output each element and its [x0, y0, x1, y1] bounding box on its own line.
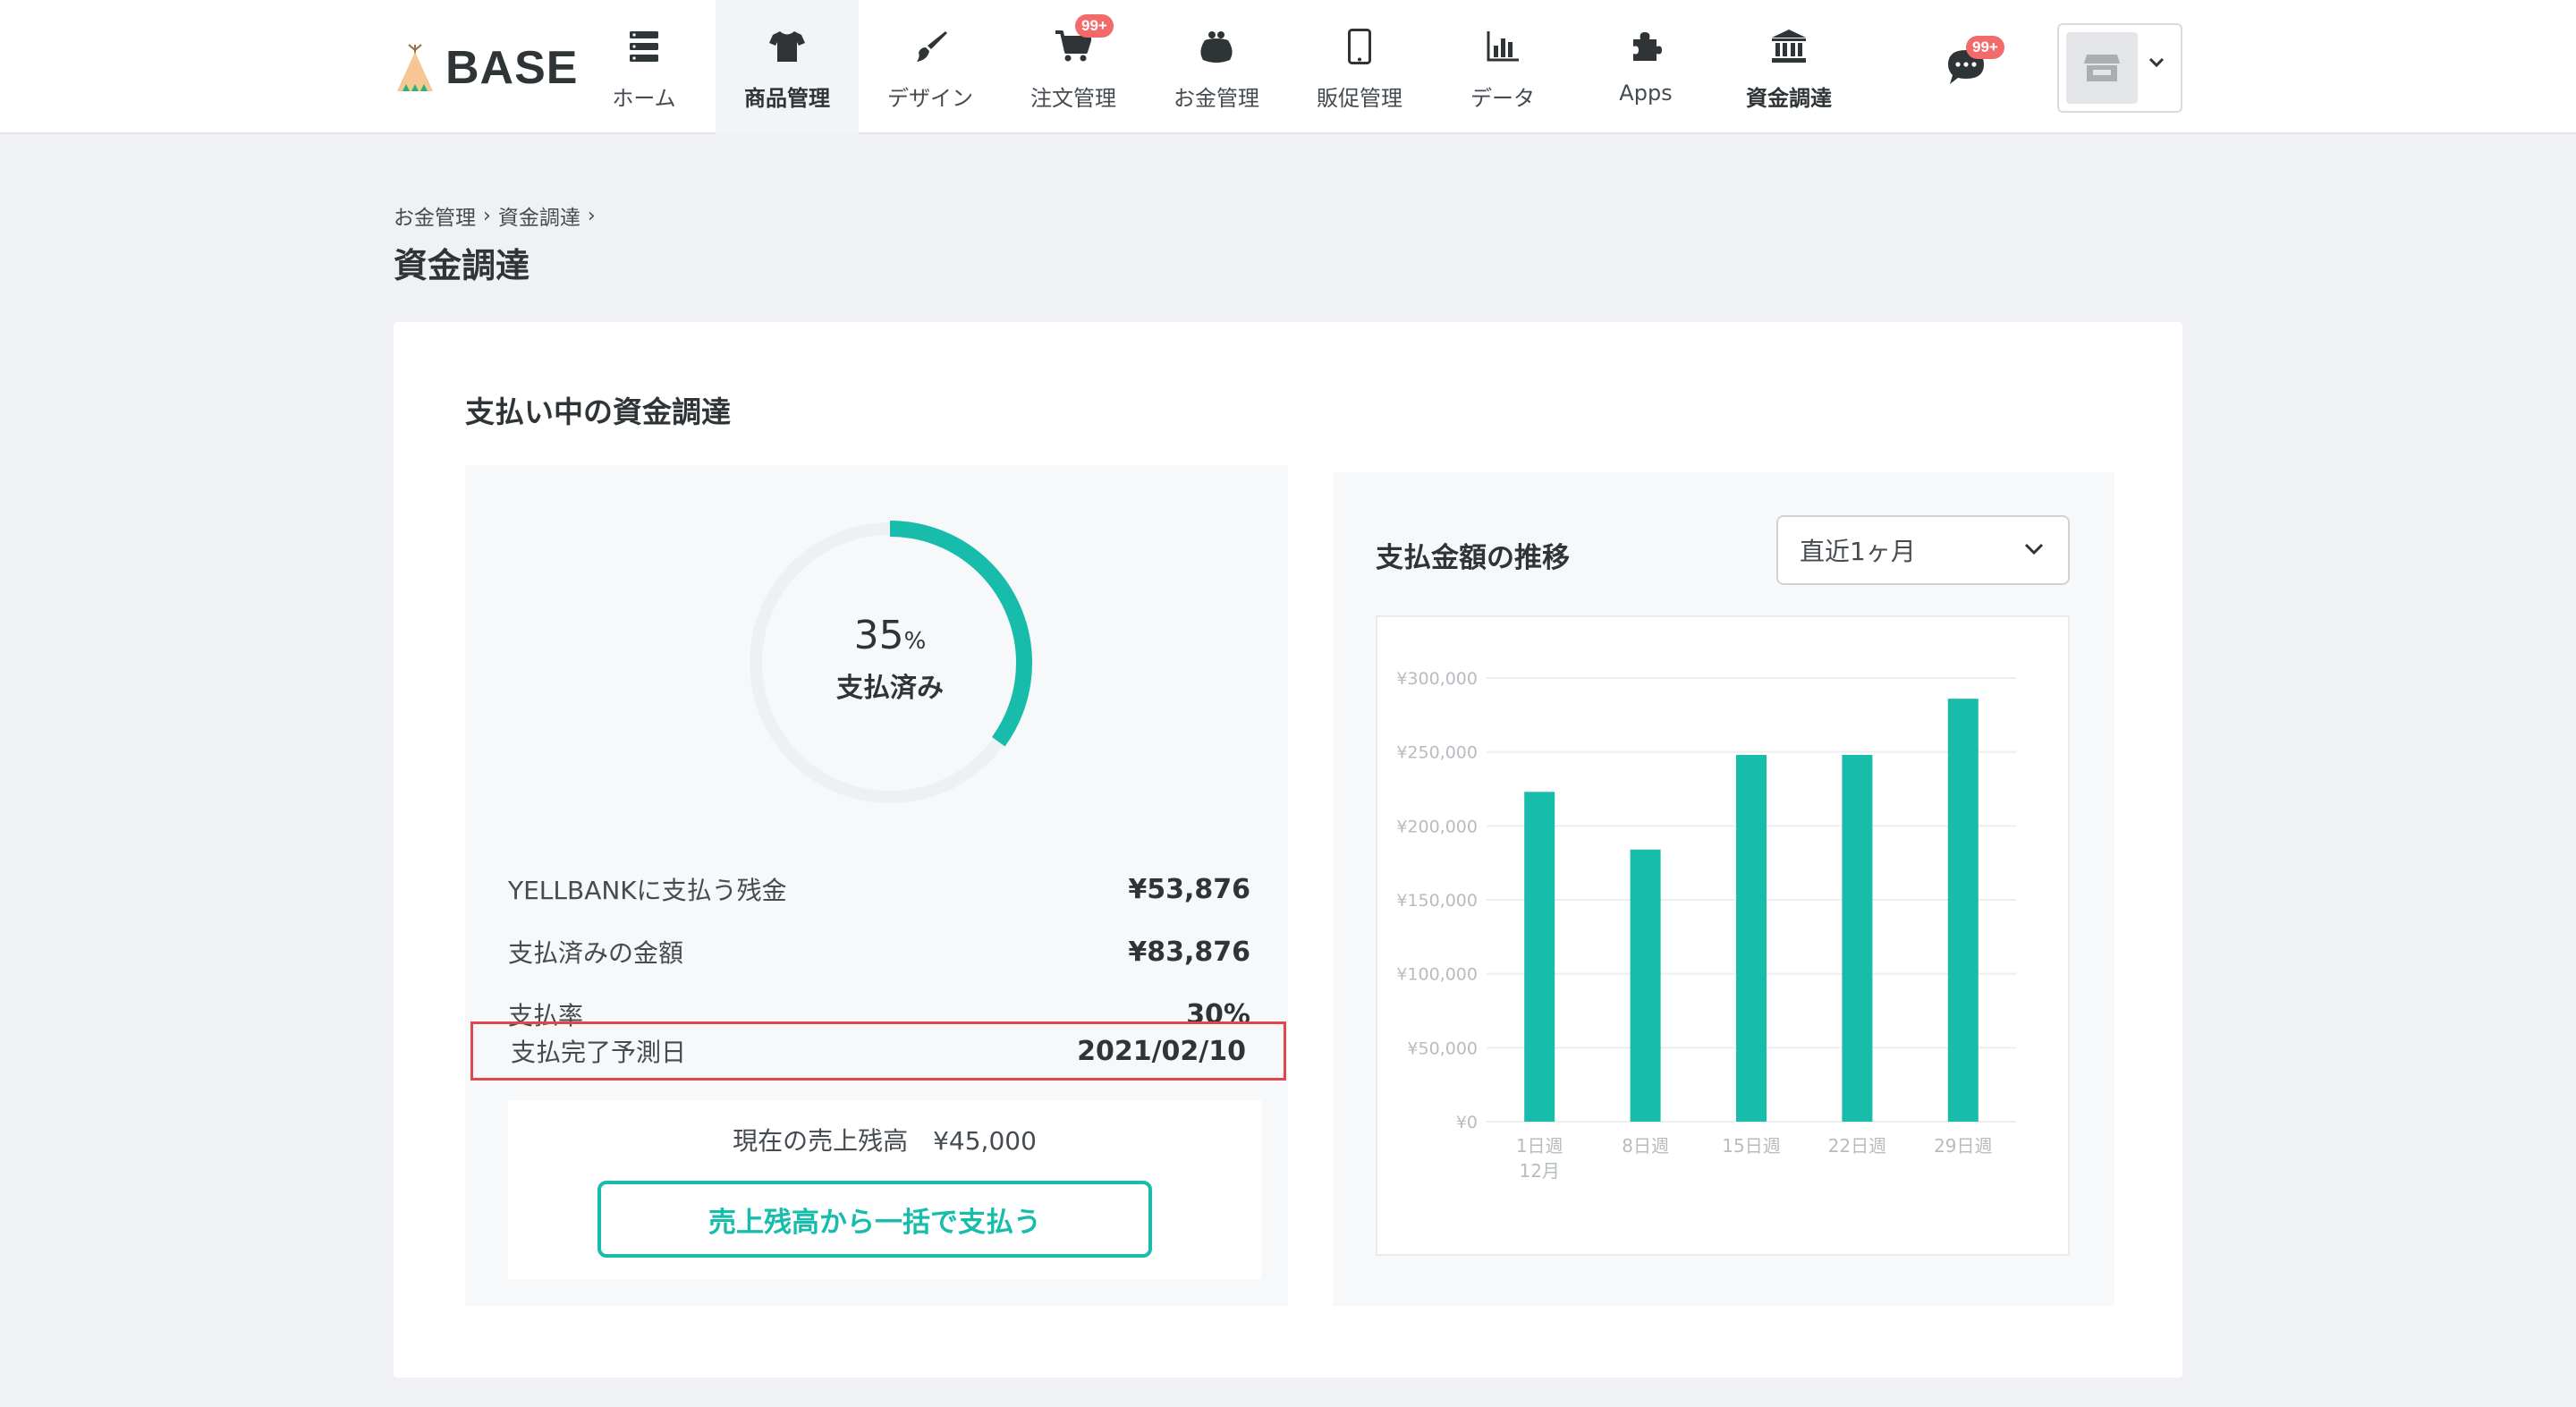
- messages-button[interactable]: 99+: [1946, 36, 2004, 88]
- puzzle-icon: [1626, 27, 1665, 66]
- messages-count-badge: 99+: [1966, 36, 2004, 59]
- store-icon: [2084, 55, 2120, 81]
- x-tick-label: 22日週: [1828, 1135, 1886, 1157]
- pay-from-balance-button[interactable]: 売上残高から一括で支払う: [597, 1181, 1152, 1258]
- chevron-down-icon: [2024, 543, 2044, 555]
- y-tick-label: ¥250,000: [1396, 743, 1478, 763]
- chart-title: 支払金額の推移: [1376, 542, 1570, 574]
- nav-funding-label: 資金調達: [1746, 86, 1832, 111]
- nav-orders[interactable]: 99+ 注文管理: [1002, 0, 1145, 134]
- list-icon: [624, 27, 664, 66]
- nav-design-label: デザイン: [887, 86, 973, 111]
- nav-orders-label: 注文管理: [1030, 86, 1116, 111]
- progress-ring-label: 35% 支払済み: [742, 515, 1038, 810]
- bar-chart: ¥0 ¥50,000 ¥100,000 ¥150,000 ¥200,000 ¥250,00…: [1376, 615, 2070, 1256]
- summary-label: YELLBANKに支払う残金: [508, 876, 787, 905]
- nav-promotion-label: 販促管理: [1317, 86, 1402, 111]
- breadcrumb-money[interactable]: お金管理: [394, 200, 476, 231]
- nav-funding[interactable]: 資金調達: [1717, 0, 1860, 134]
- nav-money-label: お金管理: [1174, 86, 1259, 111]
- sales-balance-box: 現在の売上残高 ¥45,000 売上残高から一括で支払う: [508, 1100, 1261, 1279]
- page-title: 資金調達: [394, 246, 530, 285]
- breadcrumb-separator-icon: ›: [587, 204, 596, 227]
- nav-home-label: ホーム: [612, 86, 676, 111]
- base-logo[interactable]: BASE: [394, 39, 578, 97]
- bar: [1630, 849, 1661, 1122]
- summary-value: ¥83,876: [1128, 936, 1250, 968]
- x-tick-label: 29日週: [1934, 1135, 1992, 1157]
- progress-caption: 支払済み: [836, 672, 944, 704]
- breadcrumb: お金管理 › 資金調達 ›: [394, 200, 603, 231]
- bar: [1524, 792, 1555, 1122]
- x-tick-label: 15日週: [1722, 1135, 1780, 1157]
- funding-card: 支払い中の資金調達 35% 支払済み YELLBANKに支払う残金 ¥53,87…: [394, 322, 2182, 1377]
- cart-icon: 99+: [1054, 14, 1114, 66]
- nav-apps[interactable]: Apps: [1574, 0, 1717, 134]
- x-tick-sublabel: 12月: [1519, 1160, 1559, 1182]
- top-nav-bar: BASE ホーム 商品管理 デザイン 99+ 注文管理 お金管理 販促管理 デー…: [0, 0, 2576, 134]
- progress-percent: 35%: [854, 613, 927, 658]
- repayment-summary-panel: 35% 支払済み YELLBANKに支払う残金 ¥53,876 支払済みの金額 …: [465, 465, 1288, 1306]
- progress-percent-value: 35: [853, 612, 904, 658]
- shop-switcher[interactable]: [2057, 23, 2182, 113]
- summary-label: 支払完了予測日: [511, 1038, 687, 1067]
- nav-money[interactable]: お金管理: [1145, 0, 1288, 134]
- y-tick-label: ¥150,000: [1396, 891, 1478, 911]
- section-title: 支払い中の資金調達: [465, 394, 731, 429]
- y-tick-label: ¥0: [1456, 1113, 1478, 1132]
- tshirt-icon: [767, 27, 807, 66]
- breadcrumb-funding[interactable]: 資金調達: [498, 200, 580, 231]
- bar-chart-svg: ¥0 ¥50,000 ¥100,000 ¥150,000 ¥200,000 ¥250,00…: [1396, 669, 2016, 1182]
- nav-apps-label: Apps: [1619, 81, 1673, 106]
- teepee-logo-icon: [397, 44, 433, 91]
- nav-products[interactable]: 商品管理: [716, 0, 859, 134]
- logo-text: BASE: [445, 42, 579, 94]
- summary-row-paid: 支払済みの金額 ¥83,876: [508, 925, 1250, 979]
- summary-value: 2021/02/10: [1077, 1035, 1246, 1067]
- payment-trend-panel: 支払金額の推移 直近1ヶ月 ¥0 ¥50,000 ¥100,000 ¥150,000 ¥…: [1333, 472, 2114, 1306]
- sales-balance-text: 現在の売上残高 ¥45,000: [733, 1126, 1037, 1156]
- nav-products-label: 商品管理: [744, 86, 830, 111]
- y-tick-label: ¥50,000: [1407, 1038, 1478, 1058]
- chevron-down-icon: [2148, 57, 2165, 68]
- y-tick-label: ¥200,000: [1396, 817, 1478, 836]
- y-tick-label: ¥300,000: [1396, 669, 1478, 689]
- nav-data-label: データ: [1470, 86, 1535, 111]
- bank-icon: [1769, 27, 1809, 66]
- x-tick-label: 1日週: [1516, 1135, 1563, 1157]
- orders-count-badge: 99+: [1075, 14, 1114, 38]
- period-select-value: 直近1ヶ月: [1800, 537, 1916, 566]
- summary-row-completion-date: 支払完了予測日 2021/02/10: [470, 1021, 1286, 1081]
- nav-data[interactable]: データ: [1431, 0, 1574, 134]
- x-tick-label: 8日週: [1622, 1135, 1669, 1157]
- wallet-icon: [1197, 27, 1236, 66]
- nav-home[interactable]: ホーム: [572, 0, 716, 134]
- summary-row-remaining: YELLBANKに支払う残金 ¥53,876: [508, 862, 1250, 916]
- period-select[interactable]: 直近1ヶ月: [1776, 515, 2070, 585]
- brush-icon: [911, 27, 950, 66]
- nav-promotion[interactable]: 販促管理: [1288, 0, 1431, 134]
- breadcrumb-separator-icon: ›: [483, 204, 491, 227]
- progress-percent-unit: %: [903, 627, 927, 655]
- y-tick-label: ¥100,000: [1396, 965, 1478, 985]
- bar: [1736, 754, 1767, 1122]
- summary-value: ¥53,876: [1128, 873, 1250, 905]
- bar: [1947, 699, 1979, 1122]
- bar: [1842, 754, 1873, 1122]
- summary-label: 支払済みの金額: [508, 938, 684, 968]
- shop-avatar: [2066, 32, 2138, 104]
- bar-chart-icon: [1483, 27, 1522, 66]
- smartphone-icon: [1340, 27, 1379, 66]
- nav-design[interactable]: デザイン: [859, 0, 1002, 134]
